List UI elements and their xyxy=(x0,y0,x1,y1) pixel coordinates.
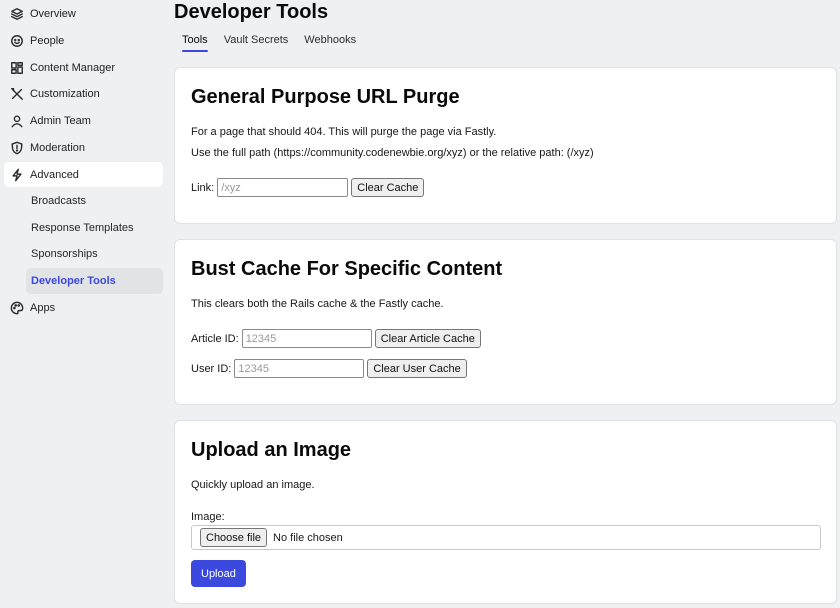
sidebar-subitem-sponsorships[interactable]: Sponsorships xyxy=(26,241,163,267)
bust-cache-title: Bust Cache For Specific Content xyxy=(191,258,503,280)
sidebar-item-label: Moderation xyxy=(30,141,86,154)
link-label: Link: xyxy=(191,181,215,194)
sidebar-item-label: Content Manager xyxy=(30,61,115,74)
clear-cache-button[interactable]: Clear Cache xyxy=(351,178,425,197)
choose-file-button[interactable]: Choose file xyxy=(200,528,268,547)
layout-icon xyxy=(10,61,24,75)
sidebar-item-label: Overview xyxy=(30,7,76,20)
url-purge-card: General Purpose URL Purge For a page tha… xyxy=(174,67,837,224)
upload-image-card: Upload an Image Quickly upload an image.… xyxy=(174,420,837,604)
tab-bar: Tools Vault Secrets Webhooks xyxy=(174,34,364,52)
upload-button[interactable]: Upload xyxy=(191,560,246,587)
url-purge-path-hint: Use the full path (https://community.cod… xyxy=(191,147,594,159)
file-status: No file chosen xyxy=(273,531,343,544)
tab-vault-secrets[interactable]: Vault Secrets xyxy=(216,34,297,52)
shield-icon xyxy=(10,141,24,155)
link-input[interactable] xyxy=(217,178,349,197)
sidebar-item-moderation[interactable]: Moderation xyxy=(4,135,163,160)
sidebar-subitem-label: Sponsorships xyxy=(31,248,98,260)
sidebar-subitem-label: Developer Tools xyxy=(31,275,116,287)
url-purge-title: General Purpose URL Purge xyxy=(191,86,460,108)
sidebar-item-label: Customization xyxy=(30,87,100,100)
user-id-label: User ID: xyxy=(191,362,232,375)
upload-image-description: Quickly upload an image. xyxy=(191,479,315,491)
sidebar-item-admin-team[interactable]: Admin Team xyxy=(4,108,163,133)
user-icon xyxy=(10,114,24,128)
article-id-input[interactable] xyxy=(241,329,372,348)
sidebar-item-people[interactable]: People xyxy=(4,28,163,53)
article-cache-form: Article ID: Clear Article Cache xyxy=(191,329,481,348)
palette-icon xyxy=(10,301,24,315)
image-label: Image: xyxy=(191,511,225,523)
sidebar-item-label: Admin Team xyxy=(30,114,91,127)
sidebar-subitem-label: Broadcasts xyxy=(31,195,87,207)
sidebar-item-apps[interactable]: Apps xyxy=(4,295,163,320)
url-purge-description: For a page that should 404. This will pu… xyxy=(191,126,497,138)
image-file-input[interactable]: Choose file No file chosen xyxy=(191,525,821,550)
sidebar-subitem-label: Response Templates xyxy=(31,222,134,234)
smile-icon xyxy=(10,34,24,48)
sidebar-item-customization[interactable]: Customization xyxy=(4,81,163,106)
clear-user-cache-button[interactable]: Clear User Cache xyxy=(367,359,467,378)
user-cache-form: User ID: Clear User Cache xyxy=(191,359,467,378)
layers-icon xyxy=(10,7,24,21)
sidebar-subitem-broadcasts[interactable]: Broadcasts xyxy=(26,188,163,214)
tab-tools[interactable]: Tools xyxy=(174,34,216,52)
user-id-input[interactable] xyxy=(234,359,365,378)
bolt-icon xyxy=(10,168,24,182)
article-id-label: Article ID: xyxy=(191,332,239,345)
url-purge-form: Link: Clear Cache xyxy=(191,178,425,197)
sidebar-item-advanced[interactable]: Advanced xyxy=(4,162,163,187)
sidebar: Overview People Content Manager Customiz… xyxy=(0,0,168,608)
upload-image-title: Upload an Image xyxy=(191,439,352,461)
sidebar-item-label: People xyxy=(30,34,65,47)
sidebar-item-label: Advanced xyxy=(30,168,79,181)
tools-icon xyxy=(10,87,24,101)
tab-webhooks[interactable]: Webhooks xyxy=(296,34,364,52)
clear-article-cache-button[interactable]: Clear Article Cache xyxy=(374,329,481,348)
sidebar-item-content-manager[interactable]: Content Manager xyxy=(4,55,163,80)
sidebar-item-label: Apps xyxy=(30,301,56,314)
bust-cache-description: This clears both the Rails cache & the F… xyxy=(191,298,444,310)
sidebar-subitem-developer-tools[interactable]: Developer Tools xyxy=(26,268,163,294)
sidebar-item-overview[interactable]: Overview xyxy=(4,1,163,26)
bust-cache-card: Bust Cache For Specific Content This cle… xyxy=(174,239,837,405)
sidebar-subitem-response-templates[interactable]: Response Templates xyxy=(26,215,163,241)
page-title: Developer Tools xyxy=(174,1,329,23)
